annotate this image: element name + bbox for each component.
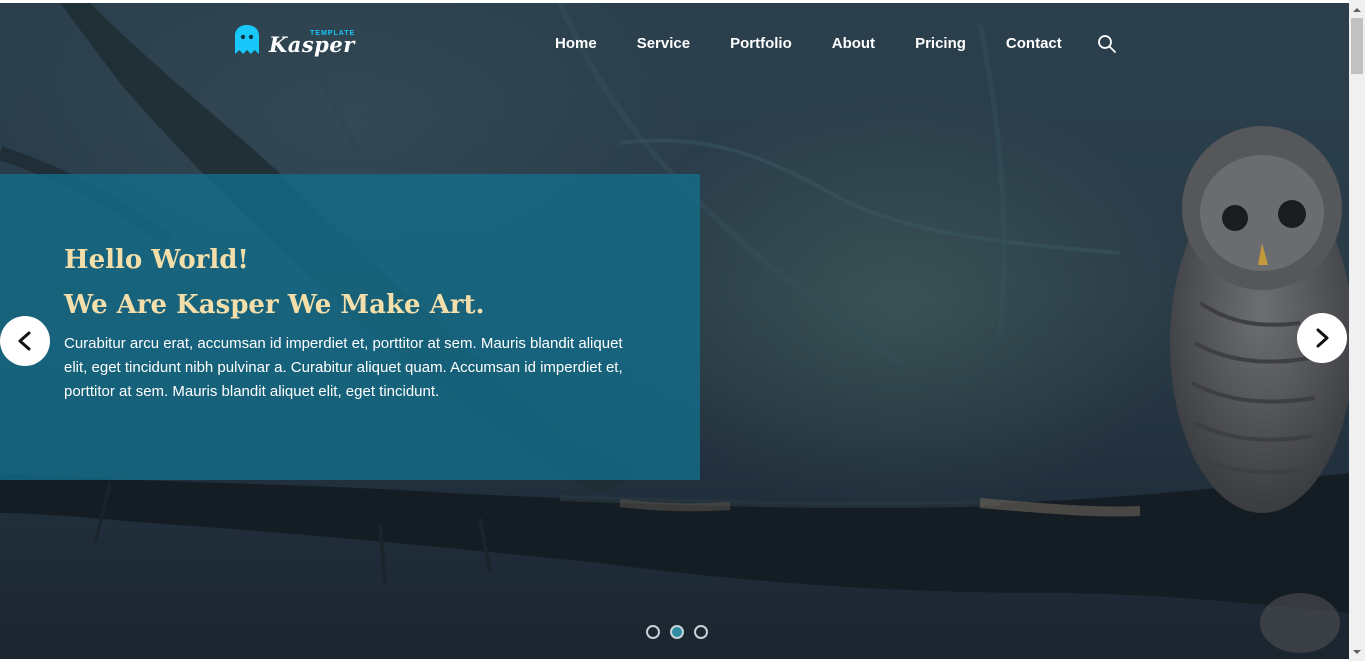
nav-contact[interactable]: Contact — [1006, 32, 1062, 56]
slide-title: Hello World! — [64, 245, 249, 275]
site-logo[interactable]: TEMPLATE Kasper — [233, 22, 355, 66]
next-slide-button[interactable] — [1297, 313, 1347, 363]
main-nav: Home Service Portfolio About Pricing Con… — [555, 32, 1062, 56]
slide-caption-box — [0, 174, 700, 480]
page-scrollbar[interactable] — [1349, 0, 1365, 661]
slide-subtitle: We Are Kasper We Make Art. — [64, 290, 485, 320]
nav-home[interactable]: Home — [555, 32, 597, 56]
hero-slider: TEMPLATE Kasper Home Service Portfolio A… — [0, 3, 1349, 659]
scrollbar-thumb[interactable] — [1351, 18, 1363, 74]
nav-portfolio[interactable]: Portfolio — [730, 32, 792, 56]
slide-indicators — [646, 625, 708, 639]
slide-dot-3[interactable] — [694, 625, 708, 639]
ghost-icon — [235, 25, 259, 54]
search-icon[interactable] — [1097, 34, 1117, 54]
slide-dot-1[interactable] — [646, 625, 660, 639]
prev-slide-button[interactable] — [0, 316, 50, 366]
nav-service[interactable]: Service — [637, 32, 690, 56]
slide-text: Curabitur arcu erat, accumsan id imperdi… — [64, 335, 623, 400]
logo-name: Kasper — [269, 32, 355, 57]
chevron-right-icon — [1316, 328, 1329, 348]
chevron-left-icon — [18, 331, 31, 351]
nav-about[interactable]: About — [832, 32, 875, 56]
slide-dot-2[interactable] — [670, 625, 684, 639]
scroll-up-arrow-icon[interactable] — [1349, 3, 1365, 17]
navbar: TEMPLATE Kasper Home Service Portfolio A… — [0, 3, 1349, 83]
scroll-down-arrow-icon[interactable] — [1349, 645, 1365, 659]
nav-pricing[interactable]: Pricing — [915, 32, 966, 56]
